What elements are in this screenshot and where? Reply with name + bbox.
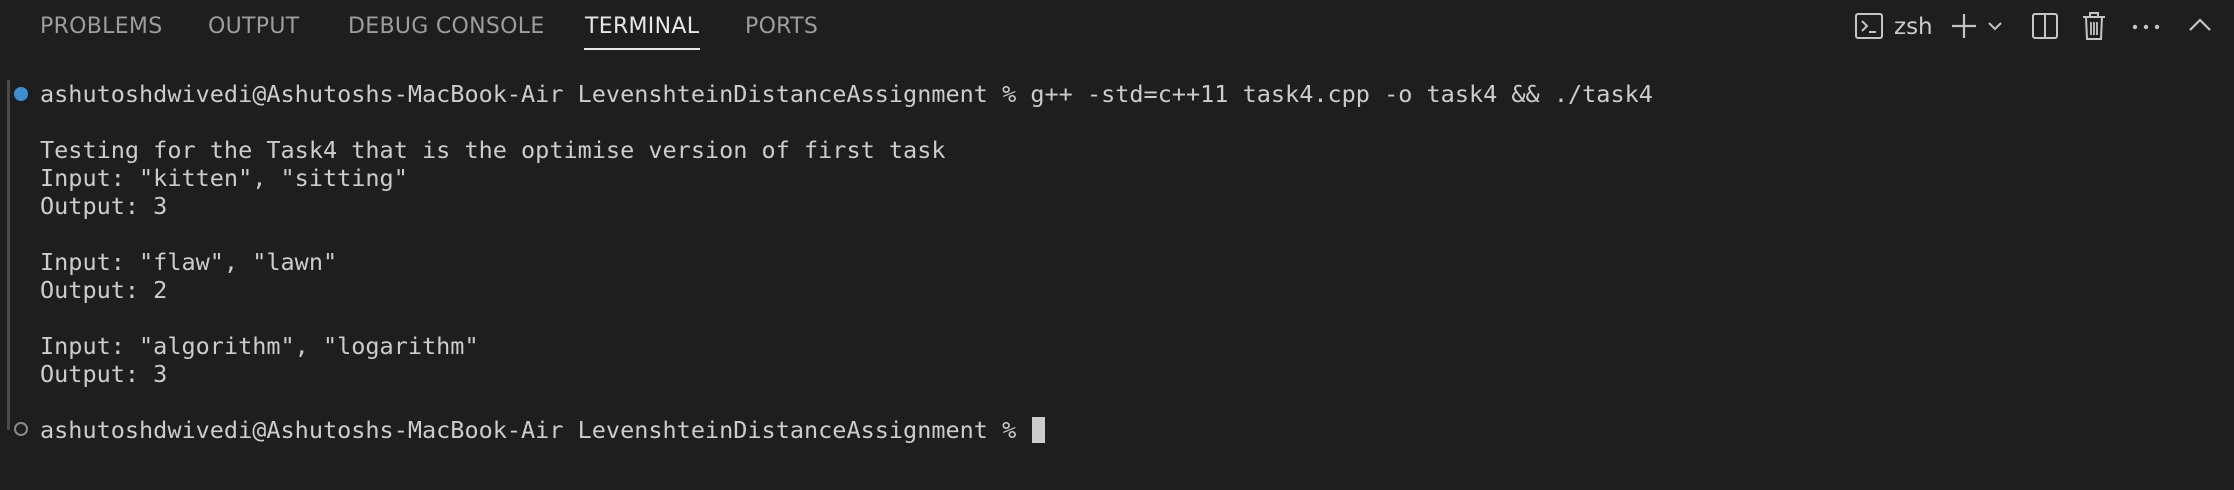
command-group-bar: [7, 80, 10, 430]
split-icon[interactable]: [2030, 10, 2060, 42]
terminal-line: Testing for the Task4 that is the optimi…: [40, 136, 946, 164]
terminal-line: Output: 3: [40, 360, 168, 388]
prompt-text: ashutoshdwivedi@Ashutoshs-MacBook-Air Le…: [40, 416, 1031, 444]
chevron-down-icon[interactable]: [1986, 10, 2004, 42]
terminal-cursor: [1032, 417, 1046, 443]
ellipsis-icon[interactable]: [2130, 10, 2162, 42]
terminal-icon[interactable]: [1854, 10, 1884, 42]
plus-icon[interactable]: [1950, 10, 1978, 42]
tab-ports[interactable]: PORTS: [745, 0, 818, 50]
tab-output[interactable]: OUTPUT: [208, 0, 299, 50]
trash-icon[interactable]: [2080, 10, 2108, 42]
tab-terminal[interactable]: TERMINAL: [585, 0, 699, 50]
shell-name-label[interactable]: zsh: [1894, 10, 1933, 44]
terminal-line: Input: "flaw", "lawn": [40, 248, 338, 276]
terminal-line: Input: "algorithm", "logarithm": [40, 332, 479, 360]
terminal-line: ashutoshdwivedi@Ashutoshs-MacBook-Air Le…: [40, 80, 1653, 108]
terminal-line: Output: 3: [40, 192, 168, 220]
command-success-dot[interactable]: [14, 87, 28, 101]
active-tab-indicator: [584, 48, 700, 50]
terminal-output[interactable]: ashutoshdwivedi@Ashutoshs-MacBook-Air Le…: [0, 56, 2234, 490]
chevron-up-icon[interactable]: [2186, 10, 2214, 42]
tab-problems[interactable]: PROBLEMS: [40, 0, 162, 50]
tab-debug-console[interactable]: DEBUG CONSOLE: [348, 0, 545, 50]
command-pending-dot[interactable]: [14, 422, 28, 436]
terminal-line: Input: "kitten", "sitting": [40, 164, 408, 192]
terminal-line: Output: 2: [40, 276, 168, 304]
panel-tab-bar: PROBLEMS OUTPUT DEBUG CONSOLE TERMINAL P…: [0, 0, 2234, 56]
terminal-prompt-line: ashutoshdwivedi@Ashutoshs-MacBook-Air Le…: [40, 416, 1046, 444]
